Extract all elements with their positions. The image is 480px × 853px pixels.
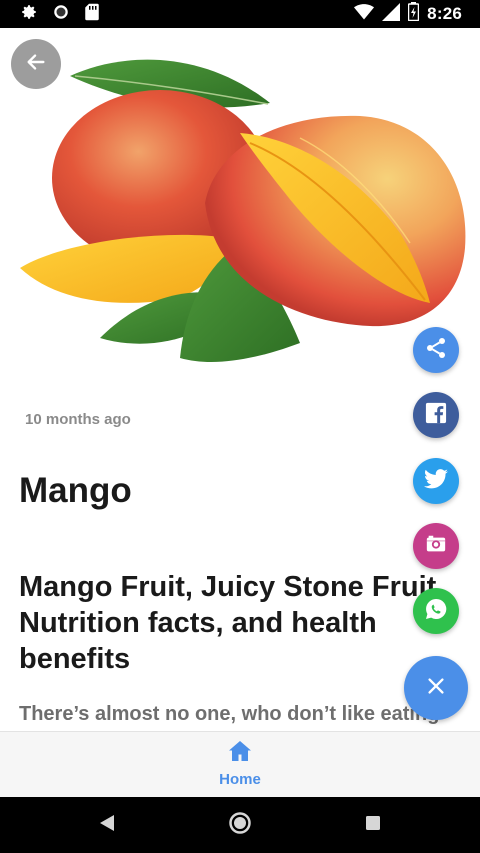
article-hero-image [0, 28, 480, 383]
nav-item-home-label: Home [219, 771, 261, 788]
bottom-navigation: Home [0, 731, 480, 797]
article-category: Mango [19, 471, 132, 510]
twitter-icon [424, 468, 448, 495]
status-left-icons [20, 3, 100, 26]
recents-icon [365, 815, 381, 836]
sd-card-icon [84, 3, 100, 26]
article-headline: Mango Fruit, Juicy Stone Fruit Nutrition… [19, 571, 437, 675]
gear-icon [20, 3, 38, 26]
twitter-share-button[interactable] [413, 458, 459, 504]
home-icon [228, 740, 252, 767]
back-icon [99, 814, 115, 837]
whatsapp-share-button[interactable] [413, 588, 459, 634]
article-time-ago: 10 months ago [25, 411, 131, 428]
status-bar: 8:26 [0, 0, 480, 28]
wifi-icon [354, 3, 375, 26]
arrow-left-icon [25, 51, 47, 78]
close-icon [425, 675, 447, 702]
status-right-icons: 8:26 [354, 2, 462, 26]
instagram-icon [425, 533, 447, 560]
cell-signal-icon [382, 2, 401, 26]
close-fab-button[interactable] [404, 656, 468, 720]
instagram-share-button[interactable] [413, 523, 459, 569]
facebook-icon [425, 402, 447, 429]
back-button[interactable] [11, 39, 61, 89]
system-navigation-bar [0, 797, 480, 853]
share-icon [424, 336, 448, 365]
home-circle-icon [228, 811, 252, 840]
whatsapp-icon [424, 597, 448, 626]
share-button[interactable] [413, 327, 459, 373]
nav-item-home[interactable]: Home [200, 740, 280, 792]
facebook-share-button[interactable] [413, 392, 459, 438]
system-back-button[interactable] [91, 809, 123, 841]
status-time: 8:26 [427, 4, 462, 23]
circle-icon [52, 3, 70, 26]
system-recents-button[interactable] [357, 809, 389, 841]
battery-icon [407, 2, 420, 26]
system-home-button[interactable] [224, 809, 256, 841]
mango-illustration [20, 59, 466, 363]
